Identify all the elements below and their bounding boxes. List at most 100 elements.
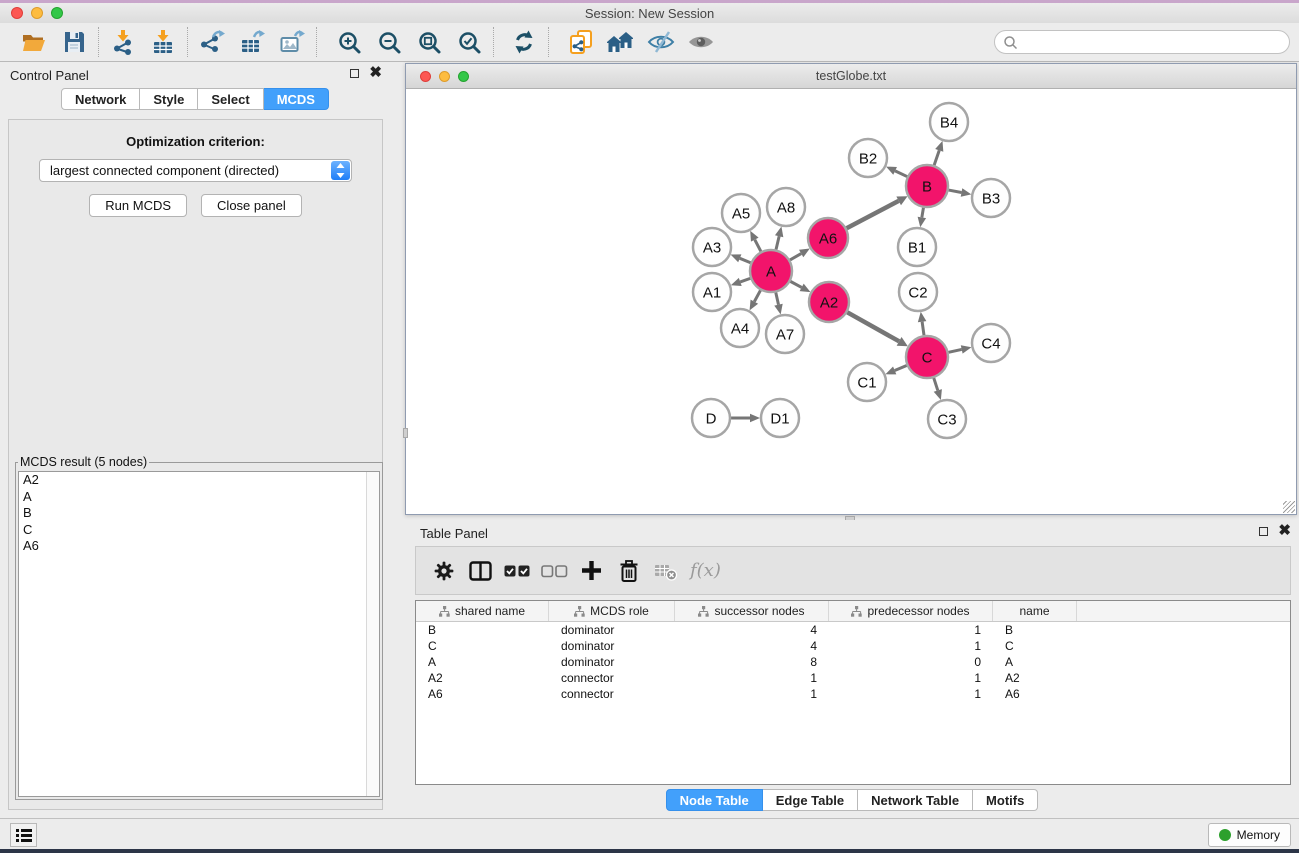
- graph-edge-B-B1[interactable]: [918, 208, 926, 228]
- first-neighbors-button[interactable]: [601, 26, 641, 58]
- graph-edge-B-B4[interactable]: [934, 141, 943, 165]
- search-input[interactable]: [1023, 35, 1289, 49]
- table-cell[interactable]: 1: [829, 671, 993, 685]
- column-header-predecessor-nodes[interactable]: predecessor nodes: [829, 601, 993, 621]
- table-cell[interactable]: 4: [675, 639, 829, 653]
- run-mcds-button[interactable]: Run MCDS: [89, 194, 187, 217]
- graph-node-A[interactable]: A: [750, 250, 792, 292]
- apply-layout-button[interactable]: [504, 26, 544, 58]
- table-cell[interactable]: 4: [675, 623, 829, 637]
- result-item-c[interactable]: C: [19, 522, 379, 539]
- graph-node-A1[interactable]: A1: [693, 273, 731, 311]
- graph-node-A8[interactable]: A8: [767, 188, 805, 226]
- result-item-a6[interactable]: A6: [19, 538, 379, 555]
- graph-node-A7[interactable]: A7: [766, 315, 804, 353]
- graph-node-A2[interactable]: A2: [809, 282, 849, 322]
- graph-edge-A-A7[interactable]: [774, 292, 782, 314]
- graph-edge-D-D1[interactable]: [731, 414, 760, 423]
- table-cell[interactable]: 1: [829, 639, 993, 653]
- export-table-button[interactable]: [232, 26, 272, 58]
- close-table-panel-icon[interactable]: ✖: [1278, 526, 1291, 536]
- graph-node-B2[interactable]: B2: [849, 139, 887, 177]
- select-all-rows-button[interactable]: [499, 554, 536, 588]
- table-cell[interactable]: A2: [993, 671, 1077, 685]
- zoom-in-button[interactable]: [329, 26, 369, 58]
- graph-node-C4[interactable]: C4: [972, 324, 1010, 362]
- column-header-successor-nodes[interactable]: successor nodes: [675, 601, 829, 621]
- table-cell[interactable]: C: [993, 639, 1077, 653]
- graph-node-C[interactable]: C: [906, 336, 948, 378]
- table-row[interactable]: Bdominator41B: [416, 622, 1290, 638]
- table-cell[interactable]: A6: [416, 687, 549, 701]
- splitter-handle[interactable]: [403, 428, 408, 438]
- table-row[interactable]: Adominator80A: [416, 654, 1290, 670]
- graph-edge-B-B2[interactable]: [886, 167, 907, 177]
- result-item-a2[interactable]: A2: [19, 472, 379, 489]
- graph-edge-A-A3[interactable]: [731, 254, 751, 262]
- column-header-name[interactable]: name: [993, 601, 1077, 621]
- tab-node-table[interactable]: Node Table: [666, 789, 763, 811]
- import-table-button[interactable]: [143, 26, 183, 58]
- table-row[interactable]: A2connector11A2: [416, 670, 1290, 686]
- graph-node-B4[interactable]: B4: [930, 103, 968, 141]
- column-header-MCDS-role[interactable]: MCDS role: [549, 601, 675, 621]
- graph-edge-A-A4[interactable]: [750, 290, 761, 310]
- tab-mcds[interactable]: MCDS: [264, 88, 329, 110]
- table-cell[interactable]: 1: [829, 623, 993, 637]
- graph-edge-C-C2[interactable]: [918, 312, 927, 335]
- graph-node-C3[interactable]: C3: [928, 400, 966, 438]
- zoom-selected-button[interactable]: [449, 26, 489, 58]
- float-table-panel-icon[interactable]: [1259, 527, 1268, 536]
- table-cell[interactable]: A: [416, 655, 549, 669]
- graph-edge-C-C4[interactable]: [948, 345, 971, 353]
- zoom-fit-button[interactable]: [409, 26, 449, 58]
- deselect-all-rows-button[interactable]: [536, 554, 573, 588]
- tab-edge-table[interactable]: Edge Table: [763, 789, 858, 811]
- table-cell[interactable]: 1: [829, 687, 993, 701]
- graph-node-A5[interactable]: A5: [722, 194, 760, 232]
- graph-node-B1[interactable]: B1: [898, 228, 936, 266]
- close-panel-button[interactable]: Close panel: [201, 194, 302, 217]
- export-image-button[interactable]: [272, 26, 312, 58]
- table-cell[interactable]: dominator: [549, 655, 675, 669]
- delete-columns-button[interactable]: [610, 554, 647, 588]
- table-cell[interactable]: connector: [549, 671, 675, 685]
- window-resize-grip[interactable]: [1283, 501, 1295, 513]
- table-cell[interactable]: B: [416, 623, 549, 637]
- graph-node-C1[interactable]: C1: [848, 363, 886, 401]
- graph-node-B3[interactable]: B3: [972, 179, 1010, 217]
- result-item-b[interactable]: B: [19, 505, 379, 522]
- float-panel-icon[interactable]: [350, 69, 359, 78]
- new-network-from-selection-button[interactable]: [561, 26, 601, 58]
- tab-select[interactable]: Select: [198, 88, 263, 110]
- criterion-dropdown[interactable]: largest connected component (directed): [39, 159, 352, 182]
- close-panel-icon[interactable]: ✖: [369, 68, 382, 78]
- tab-motifs[interactable]: Motifs: [973, 789, 1038, 811]
- table-cell[interactable]: dominator: [549, 623, 675, 637]
- graph-edge-A-A5[interactable]: [750, 231, 761, 252]
- graph-node-A6[interactable]: A6: [808, 218, 848, 258]
- show-all-button[interactable]: [681, 26, 721, 58]
- network-canvas[interactable]: A5A8A3AA1A4A7A6A2B2B4BB3B1C2CC4C1C3DD1: [406, 89, 1296, 514]
- memory-button[interactable]: Memory: [1208, 823, 1291, 847]
- graph-edge-A-A6[interactable]: [790, 249, 810, 260]
- graph-edge-C-C1[interactable]: [885, 365, 906, 374]
- search-field[interactable]: [994, 30, 1290, 54]
- table-cell[interactable]: A2: [416, 671, 549, 685]
- graph-edge-A-A8[interactable]: [775, 226, 783, 249]
- table-cell[interactable]: B: [993, 623, 1077, 637]
- graph-edge-A-A2[interactable]: [790, 281, 810, 292]
- table-cell[interactable]: 1: [675, 671, 829, 685]
- table-cell[interactable]: A6: [993, 687, 1077, 701]
- result-item-a[interactable]: A: [19, 489, 379, 506]
- table-cell[interactable]: connector: [549, 687, 675, 701]
- result-scrollbar[interactable]: [366, 472, 379, 796]
- graph-node-C2[interactable]: C2: [899, 273, 937, 311]
- function-builder-button[interactable]: f(x): [690, 560, 721, 581]
- export-network-button[interactable]: [192, 26, 232, 58]
- delete-table-button[interactable]: [647, 554, 684, 588]
- table-cell[interactable]: dominator: [549, 639, 675, 653]
- graph-edge-B-B3[interactable]: [949, 188, 972, 196]
- table-cell[interactable]: 8: [675, 655, 829, 669]
- graph-node-A3[interactable]: A3: [693, 228, 731, 266]
